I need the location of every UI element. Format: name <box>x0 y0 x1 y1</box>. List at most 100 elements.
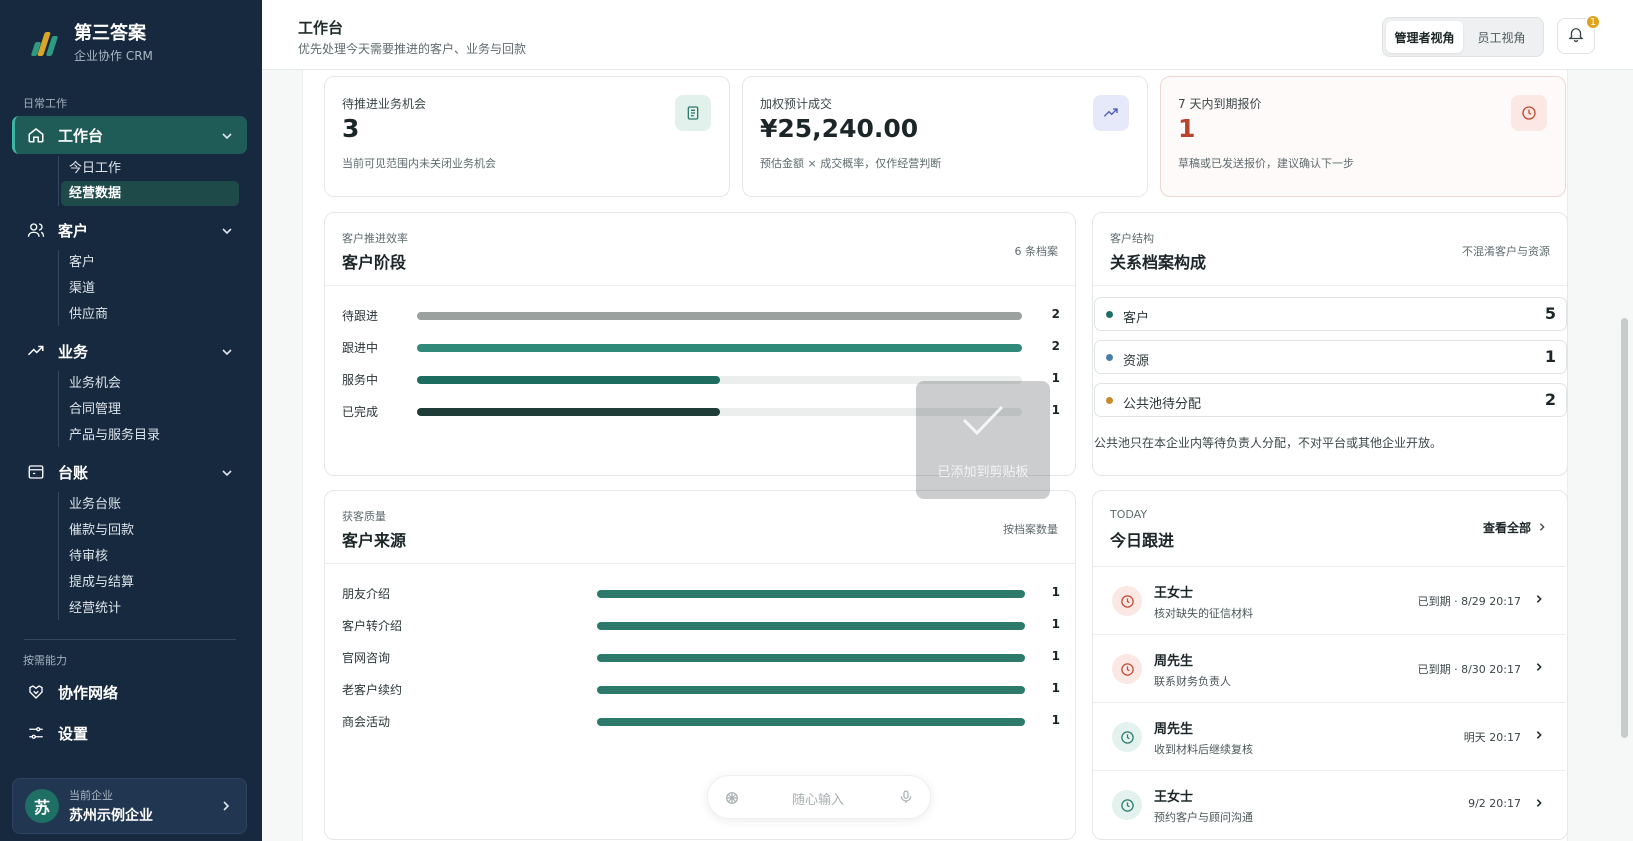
stat-label: 待推进业务机会 <box>342 97 427 111</box>
company-name: 苏州示例企业 <box>69 808 153 824</box>
subnav-item[interactable]: 经营统计 <box>69 596 247 621</box>
subnav-business: 业务机会 合同管理 产品与服务目录 <box>58 371 160 447</box>
ledger-icon <box>26 462 46 482</box>
subnav-item[interactable]: 供应商 <box>69 302 247 327</box>
company-switcher[interactable]: 苏 当前企业 苏州示例企业 <box>12 778 247 834</box>
nav-workbench[interactable]: 工作台 <box>12 116 247 154</box>
subnav-item[interactable]: 待审核 <box>69 544 247 569</box>
today-followup-card: TODAY 今日跟进 查看全部 王女士 核对缺失的征信材料 已到期 · 8/29 2… <box>1092 490 1568 840</box>
nav-settings[interactable]: 设置 <box>12 714 247 752</box>
subnav-item[interactable]: 合同管理 <box>69 397 247 422</box>
quick-input-placeholder[interactable]: 随心输入 <box>792 789 844 808</box>
nav-ledger[interactable]: 台账 <box>12 453 247 491</box>
relationship-composition-card: 客户结构 关系档案构成 不混淆客户与资源 客户 5 资源 1 公共池待分配 2 … <box>1092 212 1568 476</box>
microphone-icon[interactable] <box>898 789 914 809</box>
stat-card-expiring-quotes[interactable]: 7 天内到期报价 1 草稿或已发送报价，建议确认下一步 <box>1160 76 1566 197</box>
toast-message: 已添加到剪贴板 <box>937 465 1029 480</box>
view-all-link[interactable]: 查看全部 <box>1483 519 1547 536</box>
composition-label: 公共池待分配 <box>1123 397 1202 412</box>
composition-item-customer[interactable]: 客户 5 <box>1094 297 1567 331</box>
quick-input-bar[interactable]: 随心输入 <box>707 775 931 819</box>
staff-view-button[interactable]: 员工视角 <box>1463 21 1540 53</box>
chevron-right-icon <box>220 800 232 816</box>
bar-value: 1 <box>1051 403 1060 417</box>
bar-value: 1 <box>1051 649 1060 663</box>
subnav-item[interactable]: 渠道 <box>69 276 247 301</box>
bell-icon <box>1567 25 1585 47</box>
bar-label: 服务中 <box>342 373 379 387</box>
customer-source-card: 获客质量 客户来源 按档案数量 朋友介绍 1 客户转介绍 1 官网咨询 1 老客户续约 1 商会… <box>324 490 1076 840</box>
bar-value: 1 <box>1051 585 1060 599</box>
subnav-item[interactable]: 今日工作 <box>69 156 247 181</box>
followup-name: 王女士 <box>1154 790 1194 805</box>
bar-row: 跟进中 2 <box>342 339 1060 357</box>
bar-value: 1 <box>1051 681 1060 695</box>
bar-value: 1 <box>1051 617 1060 631</box>
stat-card-weighted-deal[interactable]: 加权预计成交 ¥25,240.00 预估金额 × 成交概率，仅作经营判断 <box>742 76 1148 197</box>
nav-label: 协作网络 <box>58 683 119 702</box>
followup-desc: 收到材料后继续复核 <box>1154 743 1253 756</box>
subnav-item-active[interactable]: 经营数据 <box>61 181 239 206</box>
chevron-right-icon <box>1534 593 1544 609</box>
chevron-right-icon <box>1534 797 1544 813</box>
clock-icon <box>1112 722 1142 752</box>
bar <box>417 376 720 384</box>
home-icon <box>26 125 46 145</box>
notifications-button[interactable]: 1 <box>1557 14 1601 54</box>
followup-name: 周先生 <box>1154 722 1194 737</box>
subnav-item[interactable]: 业务台账 <box>69 492 247 517</box>
chevron-right-icon <box>1534 661 1544 677</box>
bar-track <box>597 718 1025 726</box>
bar-label: 跟进中 <box>342 341 379 355</box>
followup-item[interactable]: 周先生收到材料后继续复核 明天 20:17 <box>1093 702 1566 770</box>
composition-item-public-pool[interactable]: 公共池待分配 2 <box>1094 383 1567 417</box>
stat-value: ¥25,240.00 <box>760 114 919 143</box>
nav-customers[interactable]: 客户 <box>12 211 247 249</box>
followup-time: 明天 20:17 <box>1463 731 1521 744</box>
subnav-item[interactable]: 催款与回款 <box>69 518 247 543</box>
avatar: 苏 <box>25 789 59 823</box>
legend-dot <box>1106 354 1113 361</box>
trend-up-icon <box>1093 95 1129 131</box>
followup-item[interactable]: 王女士 预约客户与顾问沟通 9/2 20:17 <box>1093 770 1566 838</box>
followup-item[interactable]: 周先生 联系财务负责人 已到期 · 8/30 20:17 <box>1093 634 1566 702</box>
nav-business[interactable]: 业务 <box>12 332 247 370</box>
page-subtitle: 优先处理今天需要推进的客户、业务与回款 <box>298 42 527 56</box>
bar-row: 客户转介绍 1 <box>342 617 1060 635</box>
public-pool-note: 公共池只在本企业内等待负责人分配，不对平台或其他企业开放。 <box>1094 436 1443 450</box>
composition-item-resource[interactable]: 资源 1 <box>1094 340 1567 374</box>
stat-desc: 草稿或已发送报价，建议确认下一步 <box>1178 157 1354 170</box>
subnav-item[interactable]: 业务机会 <box>69 371 247 396</box>
bar-label: 朋友介绍 <box>342 587 391 601</box>
bar-track <box>597 686 1025 694</box>
subnav-item[interactable]: 产品与服务目录 <box>69 423 247 448</box>
manager-view-button[interactable]: 管理者视角 <box>1386 21 1463 53</box>
brand-logo-icon <box>28 28 59 58</box>
stat-card-opportunities[interactable]: 待推进业务机会 3 当前可见范围内未关闭业务机会 <box>324 76 730 197</box>
subnav-item[interactable]: 提成与结算 <box>69 570 247 595</box>
card-title: 客户来源 <box>342 531 407 550</box>
composition-label: 客户 <box>1123 311 1150 326</box>
card-hint: 不混淆客户与资源 <box>1462 245 1550 258</box>
followup-desc: 联系财务负责人 <box>1154 675 1231 688</box>
handshake-icon <box>26 682 46 702</box>
followup-time: 已到期 · 8/29 20:17 <box>1417 595 1521 608</box>
company-label: 当前企业 <box>69 789 113 802</box>
bar-value: 2 <box>1051 307 1060 321</box>
nav-collab-network[interactable]: 协作网络 <box>12 673 247 711</box>
page-title: 工作台 <box>298 19 344 37</box>
bar <box>417 408 720 416</box>
document-icon <box>675 95 711 131</box>
subnav-item[interactable]: 客户 <box>69 250 247 275</box>
followup-item[interactable]: 王女士 核对缺失的征信材料 已到期 · 8/29 20:17 <box>1093 566 1566 634</box>
brand[interactable]: 第三答案 企业协作 CRM <box>28 22 153 64</box>
check-icon <box>961 403 1005 441</box>
clock-icon <box>1112 586 1142 616</box>
scrollbar[interactable] <box>1621 318 1628 738</box>
bar-track <box>597 590 1025 598</box>
chevron-down-icon <box>221 344 233 362</box>
notification-badge: 1 <box>1585 14 1601 30</box>
bar-row: 商会活动 1 <box>342 713 1060 731</box>
bar-label: 客户转介绍 <box>342 619 403 633</box>
card-kicker: TODAY <box>1110 508 1148 521</box>
